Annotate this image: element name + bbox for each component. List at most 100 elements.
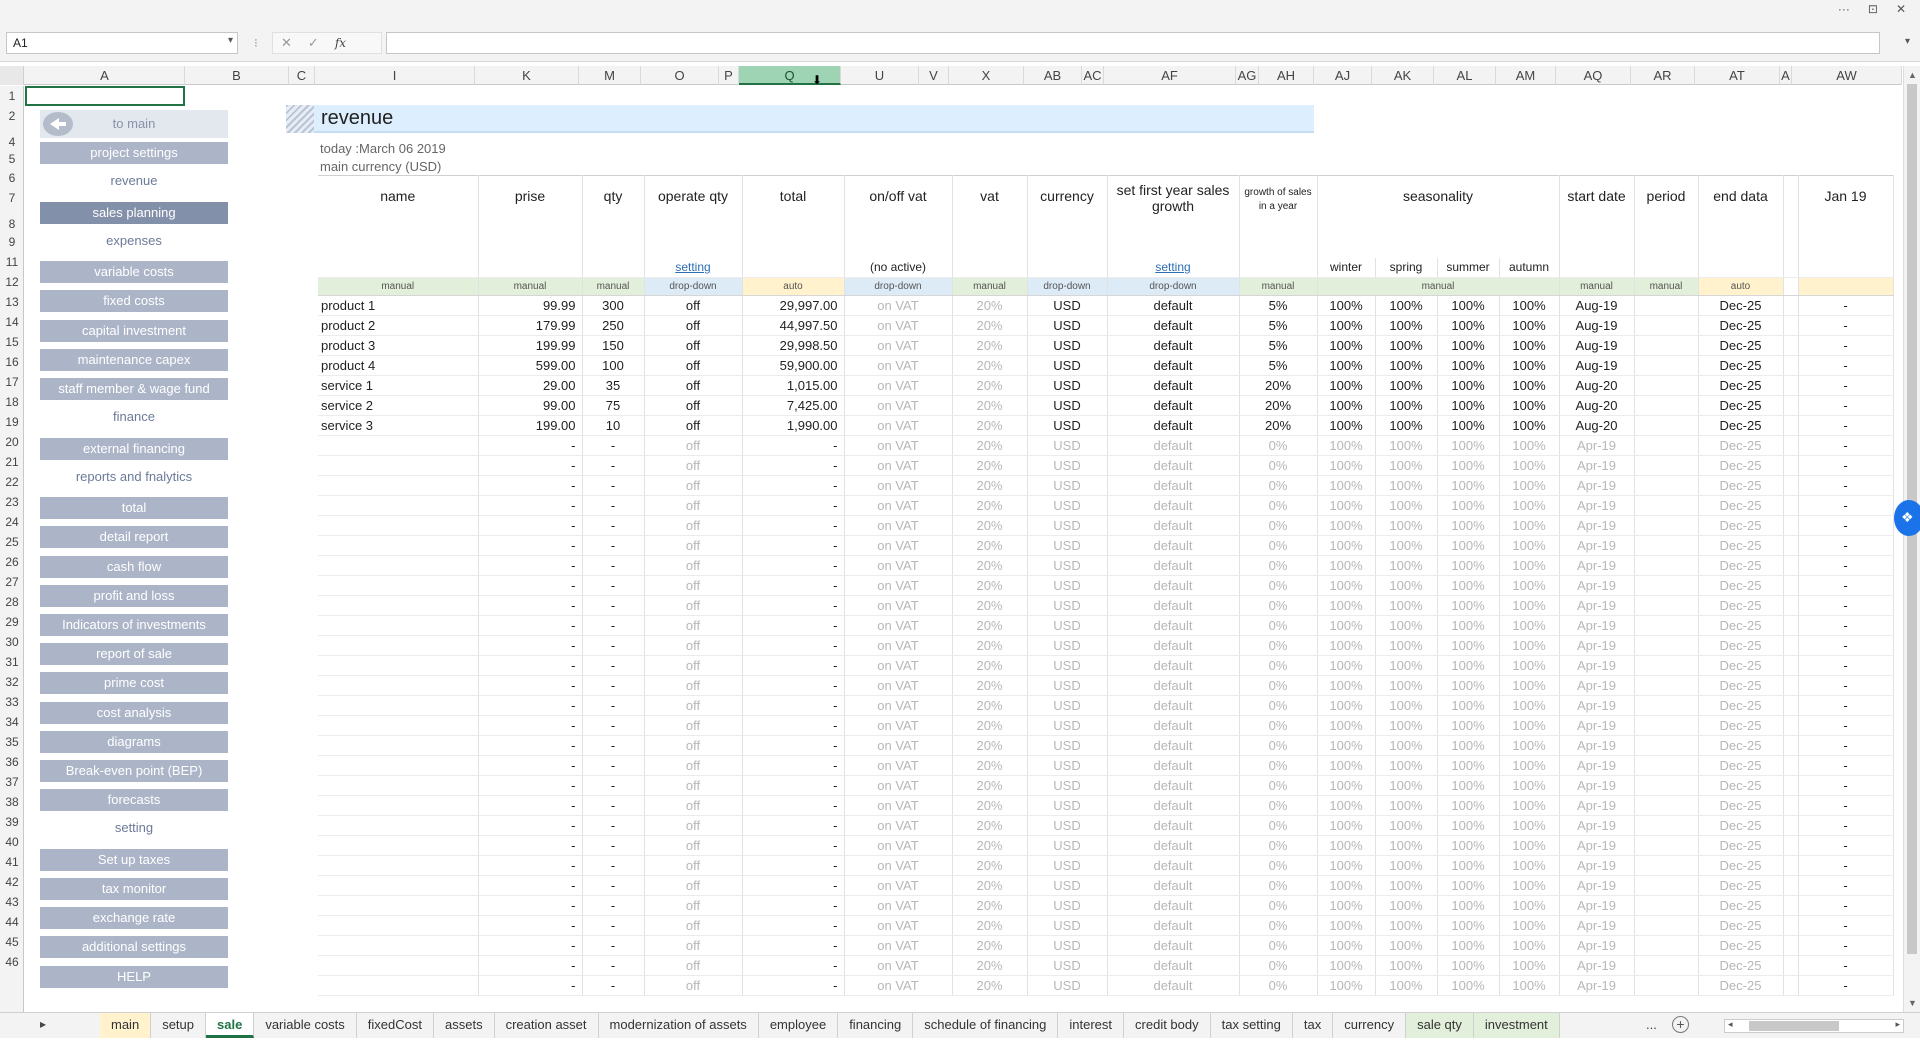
cell-cur[interactable]: USD (1027, 755, 1108, 776)
cell-su[interactable]: 100% (1437, 295, 1500, 316)
cell-total[interactable]: - (742, 575, 845, 596)
sheet-tab-variable-costs[interactable]: variable costs (254, 1013, 357, 1038)
cell-spacer[interactable] (1783, 415, 1799, 436)
cell-grs[interactable]: default (1107, 555, 1240, 576)
cell-prise[interactable]: - (478, 555, 583, 576)
cell-qty[interactable]: 150 (582, 335, 645, 356)
tab-scroll-right-icon[interactable]: ▸ (40, 1017, 46, 1031)
cell-spacer[interactable] (1783, 675, 1799, 696)
cell-gry[interactable]: 20% (1239, 375, 1318, 396)
cell-name[interactable] (318, 555, 479, 576)
cell-w[interactable]: 100% (1317, 415, 1376, 436)
cell-w[interactable]: 100% (1317, 435, 1376, 456)
row-header-28[interactable]: 28 (0, 595, 24, 609)
cell-au[interactable]: 100% (1499, 435, 1560, 456)
cell-total[interactable]: - (742, 655, 845, 676)
cell-vat[interactable]: 20% (952, 315, 1028, 336)
cell-end[interactable]: Dec-25 (1698, 395, 1784, 416)
cell-prise[interactable]: - (478, 535, 583, 556)
cancel-formula-icon[interactable]: ✕ (281, 35, 292, 51)
sheet-tab-employee[interactable]: employee (759, 1013, 839, 1038)
cell-vatsw[interactable]: on VAT (844, 455, 953, 476)
cell-au[interactable]: 100% (1499, 455, 1560, 476)
nav-button-capital-investment[interactable]: capital investment (40, 319, 228, 342)
cell-cur[interactable]: USD (1027, 675, 1108, 696)
row-header-40[interactable]: 40 (0, 835, 24, 849)
cell-spacer[interactable] (1783, 395, 1799, 416)
cell-su[interactable]: 100% (1437, 635, 1500, 656)
cell-grs[interactable]: default (1107, 895, 1240, 916)
horizontal-scroll-thumb[interactable] (1749, 1021, 1839, 1031)
cell-vatsw[interactable]: on VAT (844, 855, 953, 876)
cell-sp[interactable]: 100% (1375, 635, 1438, 656)
cell-grs[interactable]: default (1107, 875, 1240, 896)
cell-sp[interactable]: 100% (1375, 395, 1438, 416)
cell-vatsw[interactable]: on VAT (844, 715, 953, 736)
cell-jan[interactable]: - (1798, 755, 1894, 776)
column-header-a[interactable]: A (25, 66, 185, 85)
cell-total[interactable]: - (742, 715, 845, 736)
column-header-p[interactable]: P (719, 66, 739, 85)
cell-vatsw[interactable]: on VAT (844, 935, 953, 956)
cell-sp[interactable]: 100% (1375, 795, 1438, 816)
cell-spacer[interactable] (1783, 895, 1799, 916)
cell-su[interactable]: 100% (1437, 975, 1500, 996)
cell-prise[interactable]: - (478, 835, 583, 856)
row-header-20[interactable]: 20 (0, 435, 24, 449)
sheet-tab-tax[interactable]: tax (1293, 1013, 1334, 1038)
cell-start[interactable]: Apr-19 (1559, 515, 1635, 536)
cell-su[interactable]: 100% (1437, 755, 1500, 776)
cell-vat[interactable]: 20% (952, 815, 1028, 836)
cell-name[interactable] (318, 675, 479, 696)
cell-vat[interactable]: 20% (952, 455, 1028, 476)
cell-su[interactable]: 100% (1437, 375, 1500, 396)
cell-au[interactable]: 100% (1499, 615, 1560, 636)
cell-start[interactable]: Aug-20 (1559, 415, 1635, 436)
cell-sp[interactable]: 100% (1375, 315, 1438, 336)
cell-op[interactable]: off (644, 655, 743, 676)
cell-end[interactable]: Dec-25 (1698, 655, 1784, 676)
cell-gry[interactable]: 0% (1239, 695, 1318, 716)
sheet-tab-fixedcost[interactable]: fixedCost (357, 1013, 434, 1038)
cell-spacer[interactable] (1783, 355, 1799, 376)
cell-w[interactable]: 100% (1317, 755, 1376, 776)
cell-gry[interactable]: 0% (1239, 455, 1318, 476)
cell-jan[interactable]: - (1798, 495, 1894, 516)
cell-w[interactable]: 100% (1317, 775, 1376, 796)
cell-grs[interactable]: default (1107, 475, 1240, 496)
cell-start[interactable]: Apr-19 (1559, 755, 1635, 776)
cell-jan[interactable]: - (1798, 375, 1894, 396)
cell-start[interactable]: Apr-19 (1559, 455, 1635, 476)
cell-jan[interactable]: - (1798, 915, 1894, 936)
cell-qty[interactable]: 10 (582, 415, 645, 436)
cell-period[interactable] (1634, 495, 1699, 516)
row-header-7[interactable]: 7 (0, 191, 24, 205)
cell-w[interactable]: 100% (1317, 355, 1376, 376)
cell-gry[interactable]: 0% (1239, 915, 1318, 936)
cell-jan[interactable]: - (1798, 855, 1894, 876)
cell-period[interactable] (1634, 355, 1699, 376)
column-header-q[interactable]: Q (739, 66, 841, 85)
cell-cur[interactable]: USD (1027, 455, 1108, 476)
cell-op[interactable]: off (644, 395, 743, 416)
column-header-ac[interactable]: AC (1082, 66, 1104, 85)
cell-cur[interactable]: USD (1027, 955, 1108, 976)
cell-cur[interactable]: USD (1027, 975, 1108, 996)
cell-prise[interactable]: - (478, 795, 583, 816)
cell-period[interactable] (1634, 875, 1699, 896)
cell-jan[interactable]: - (1798, 355, 1894, 376)
cell-cur[interactable]: USD (1027, 735, 1108, 756)
cell-gry[interactable]: 0% (1239, 895, 1318, 916)
cell-jan[interactable]: - (1798, 875, 1894, 896)
cell-cur[interactable]: USD (1027, 795, 1108, 816)
cell-qty[interactable]: - (582, 675, 645, 696)
cell-spacer[interactable] (1783, 435, 1799, 456)
cell-qty[interactable]: - (582, 935, 645, 956)
cell-spacer[interactable] (1783, 835, 1799, 856)
cell-jan[interactable]: - (1798, 335, 1894, 356)
sheet-tab-assets[interactable]: assets (434, 1013, 495, 1038)
cell-vatsw[interactable]: on VAT (844, 675, 953, 696)
row-header-22[interactable]: 22 (0, 475, 24, 489)
cell-vat[interactable]: 20% (952, 895, 1028, 916)
row-header-30[interactable]: 30 (0, 635, 24, 649)
